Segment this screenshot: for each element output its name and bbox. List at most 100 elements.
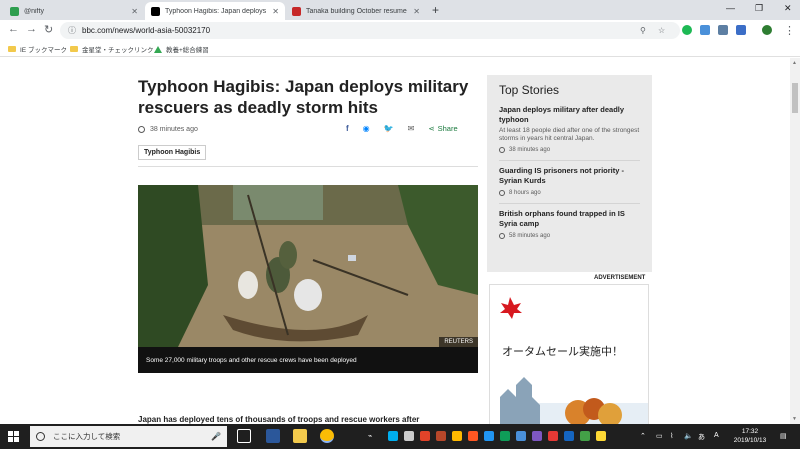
ime-mode-icon[interactable]: A xyxy=(714,432,719,439)
page-content: Typhoon Hagibis: Japan deploys military … xyxy=(0,58,790,424)
tab-bbc[interactable]: Typhoon Hagibis: Japan deploys ✕ xyxy=(145,2,285,20)
grammarly-extension-icon[interactable] xyxy=(682,25,692,35)
bookmark-ie[interactable]: IE ブックマーク xyxy=(8,44,67,54)
show-hidden-icons-icon[interactable]: ⌃ xyxy=(640,432,646,440)
onedrive-icon[interactable] xyxy=(404,431,414,441)
back-arrow-icon[interactable]: ← xyxy=(8,23,19,35)
tray-app-icon[interactable] xyxy=(532,431,542,441)
tray-app-icon[interactable] xyxy=(468,431,478,441)
chrome-icon[interactable] xyxy=(320,429,334,443)
story-item[interactable]: Japan deploys military after deadly typh… xyxy=(499,105,640,153)
facebook-icon[interactable]: f xyxy=(346,124,349,133)
story-time: 58 minutes ago xyxy=(509,233,551,239)
google-drive-icon xyxy=(154,45,162,53)
divider xyxy=(499,203,640,204)
tray-app-icon[interactable] xyxy=(500,431,510,441)
window-close-icon[interactable]: ✕ xyxy=(784,3,792,14)
story-time: 8 hours ago xyxy=(509,190,541,196)
microphone-icon[interactable]: 🎤 xyxy=(211,432,221,441)
story-title[interactable]: Guarding IS prisoners not priority - Syr… xyxy=(499,166,640,186)
story-meta: 38 minutes ago xyxy=(499,147,640,153)
tray-app-icon[interactable] xyxy=(452,431,462,441)
scroll-down-icon[interactable]: ▼ xyxy=(792,416,797,422)
story-time: 38 minutes ago xyxy=(509,147,551,153)
bookmark-star-icon[interactable]: ☆ xyxy=(658,26,665,35)
restore-icon[interactable]: ❐ xyxy=(755,3,763,14)
share-button[interactable]: ⋖ Share xyxy=(428,124,471,133)
clock-icon xyxy=(499,190,505,196)
tab-nifty[interactable]: @nifty ✕ xyxy=(4,2,144,20)
windows-start-icon[interactable] xyxy=(8,431,20,443)
share-toolbar: f ◉ 🐦 ✉ ⋖ Share xyxy=(346,124,486,133)
network-icon[interactable]: ⌇ xyxy=(670,432,673,440)
word-icon[interactable] xyxy=(266,429,280,443)
tray-app-icon[interactable] xyxy=(484,431,494,441)
article-meta: 38 minutes ago xyxy=(138,126,198,133)
share-icon: ⋖ xyxy=(428,124,435,133)
volume-icon[interactable]: 🔈 xyxy=(684,432,693,440)
tray-app-icon[interactable] xyxy=(564,431,574,441)
taskbar-search[interactable]: ここに入力して検索 🎤 xyxy=(30,426,227,447)
close-icon[interactable]: ✕ xyxy=(272,7,279,16)
extension-icon[interactable] xyxy=(736,25,746,35)
reload-icon[interactable]: ↻ xyxy=(44,23,53,36)
task-view-icon[interactable] xyxy=(237,429,251,443)
ad-text: オータムセール実施中！ xyxy=(502,346,623,358)
tray-app-icon[interactable] xyxy=(516,431,526,441)
forward-arrow-icon[interactable]: → xyxy=(26,23,37,35)
tab-strip: @nifty ✕ Typhoon Hagibis: Japan deploys … xyxy=(0,0,800,20)
scroll-up-icon[interactable]: ▲ xyxy=(792,60,797,66)
tray-app-icon[interactable] xyxy=(596,431,606,441)
battery-icon[interactable]: ▭ xyxy=(656,432,663,440)
ime-icon[interactable]: あ xyxy=(698,432,705,442)
browser-toolbar: ← → ↻ ⓘ bbc.com/news/world-asia-50032170… xyxy=(0,20,800,41)
story-title[interactable]: British orphans found trapped in IS Syri… xyxy=(499,209,640,229)
bookmarks-bar: IE ブックマーク 金星堂・チェックリンク 教養+総合練習 xyxy=(0,41,800,57)
article-photo: REUTERS Some 27,000 military troops and … xyxy=(138,185,478,373)
url-text: bbc.com/news/world-asia-50032170 xyxy=(82,26,211,35)
tray-app-icon[interactable] xyxy=(580,431,590,441)
folder-icon xyxy=(70,46,78,52)
story-title[interactable]: Japan deploys military after deadly typh… xyxy=(499,105,640,125)
tab-label: Tanaka building October resume xyxy=(306,7,407,15)
extension-icon[interactable] xyxy=(700,25,710,35)
page-scrollbar[interactable]: ▲ ▼ xyxy=(790,58,800,424)
story-item[interactable]: Guarding IS prisoners not priority - Syr… xyxy=(499,166,640,196)
scrollbar-thumb[interactable] xyxy=(792,83,798,113)
bookmark-kyoyo[interactable]: 教養+総合練習 xyxy=(154,44,209,54)
top-stories-panel: Top Stories Japan deploys military after… xyxy=(487,75,652,272)
topic-tag[interactable]: Typhoon Hagibis xyxy=(138,145,207,160)
skype-icon[interactable] xyxy=(388,431,398,441)
bookmark-label: 金星堂・チェックリンク xyxy=(82,47,154,54)
cortana-icon xyxy=(36,432,45,441)
new-tab-icon[interactable]: + xyxy=(432,3,439,17)
tab-tanaka[interactable]: Tanaka building October resume ✕ xyxy=(286,2,426,20)
story-meta: 8 hours ago xyxy=(499,190,640,196)
profile-avatar[interactable] xyxy=(762,25,772,35)
info-icon[interactable]: ⓘ xyxy=(68,25,76,36)
tray-app-icon[interactable] xyxy=(420,431,430,441)
tray-app-icon[interactable] xyxy=(548,431,558,441)
bookmark-kinseido[interactable]: 金星堂・チェックリンク xyxy=(70,44,154,54)
story-summary: At least 18 people died after one of the… xyxy=(499,127,640,142)
flood-rescue-image xyxy=(138,185,478,373)
zoom-icon[interactable]: ⚲ xyxy=(640,26,646,35)
close-icon[interactable]: ✕ xyxy=(131,7,138,16)
twitter-icon[interactable]: 🐦 xyxy=(384,124,394,133)
taskbar-clock[interactable]: 17:32 2019/10/13 xyxy=(730,427,770,445)
story-item[interactable]: British orphans found trapped in IS Syri… xyxy=(499,209,640,239)
email-icon[interactable]: ✉ xyxy=(408,124,415,133)
advertisement-banner[interactable]: オータムセール実施中！ xyxy=(489,284,649,424)
menu-dots-icon[interactable]: ⋮ xyxy=(784,24,795,37)
extension-icon[interactable] xyxy=(718,25,728,35)
file-explorer-icon[interactable] xyxy=(293,429,307,443)
notifications-icon[interactable]: ▤ xyxy=(780,432,787,440)
search-placeholder: ここに入力して検索 xyxy=(53,432,121,441)
tray-icon[interactable]: ⌁ xyxy=(368,432,372,440)
tray-app-icon[interactable] xyxy=(436,431,446,441)
divider xyxy=(138,166,478,167)
close-icon[interactable]: ✕ xyxy=(413,7,420,16)
address-bar[interactable]: ⓘ bbc.com/news/world-asia-50032170 xyxy=(60,22,680,39)
minimize-icon[interactable]: — xyxy=(726,3,735,13)
messenger-icon[interactable]: ◉ xyxy=(363,124,370,133)
